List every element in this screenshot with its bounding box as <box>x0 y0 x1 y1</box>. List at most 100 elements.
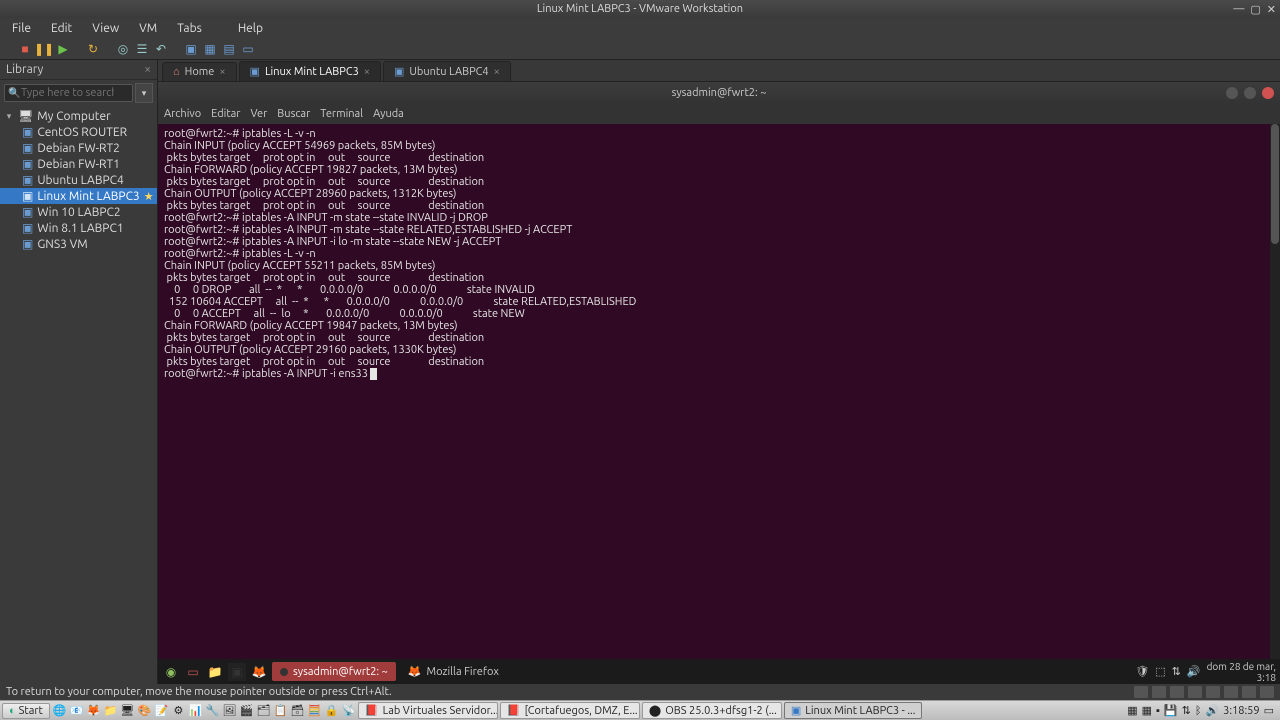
unity-icon[interactable]: ▦ <box>202 41 218 57</box>
tray-volume-icon[interactable]: 🔊 <box>1205 704 1219 717</box>
start-button[interactable]: ◐ Start <box>2 703 50 719</box>
device-icon[interactable] <box>1242 686 1256 698</box>
pause-icon[interactable]: ❚❚ <box>36 41 52 57</box>
tab-close-icon[interactable]: × <box>364 66 370 78</box>
menu-launcher-icon[interactable]: ◉ <box>162 663 180 681</box>
ql-icon[interactable]: 🧮 <box>307 703 322 718</box>
play-icon[interactable]: ▶ <box>55 41 71 57</box>
vm-item-selected[interactable]: ▣Linux Mint LABPC3★ <box>0 188 157 204</box>
show-desktop-icon[interactable]: ▭ <box>184 663 202 681</box>
ql-icon[interactable]: 🎨 <box>137 703 152 718</box>
terminal-scrollbar[interactable] <box>1270 124 1280 659</box>
menu-file[interactable]: File <box>6 21 37 36</box>
term-maximize-icon[interactable] <box>1244 87 1256 99</box>
vm-item[interactable]: ▣Ubuntu LABPC4 <box>0 172 157 188</box>
ql-icon[interactable]: 📡 <box>341 703 356 718</box>
vm-item[interactable]: ▣Debian FW-RT1 <box>0 156 157 172</box>
tray-network-icon[interactable]: ⇅ <box>1172 665 1181 678</box>
vm-item[interactable]: ▣Win 8.1 LABPC1 <box>0 220 157 236</box>
ql-icon[interactable]: 🌐 <box>52 703 67 718</box>
collapse-icon[interactable]: ▾ <box>4 111 14 122</box>
scrollbar-thumb[interactable] <box>1271 124 1279 244</box>
tray-bluetooth-icon[interactable]: ᛒ <box>1195 705 1202 717</box>
ql-icon[interactable]: 🖥 <box>120 703 135 718</box>
tab-close-icon[interactable]: × <box>219 66 225 78</box>
menu-view[interactable]: View <box>86 21 125 36</box>
host-task[interactable]: 📕Lab Virtuales Servidor... <box>358 702 498 719</box>
terminal-titlebar[interactable]: sysadmin@fwrt2: ~ <box>158 82 1280 104</box>
task-terminal[interactable]: sysadmin@fwrt2: ~ <box>272 662 396 681</box>
host-clock[interactable]: 3:18:59 <box>1223 705 1259 717</box>
ql-icon[interactable]: 🗂 <box>256 703 271 718</box>
host-task[interactable]: 📕[Cortafuegos, DMZ, E... <box>500 702 640 719</box>
library-close-icon[interactable]: × <box>144 63 151 76</box>
tab-ubuntu[interactable]: ▣ Ubuntu LABPC4 × <box>383 61 511 81</box>
firefox-icon[interactable]: 🦊 <box>250 663 268 681</box>
menu-edit[interactable]: Edit <box>45 21 78 36</box>
tray-network-icon[interactable]: ⇅ <box>1182 704 1191 717</box>
ql-icon[interactable]: 🗃 <box>290 703 305 718</box>
tab-home[interactable]: ⌂ Home × <box>162 62 237 81</box>
vm-item[interactable]: ▣CentOS ROUTER <box>0 124 157 140</box>
task-firefox[interactable]: 🦊 Mozilla Firefox <box>400 662 507 681</box>
tray-updates-icon[interactable]: ⬚ <box>1155 665 1165 678</box>
menu-vm[interactable]: VM <box>133 21 163 36</box>
device-icon[interactable] <box>1134 686 1148 698</box>
vm-item[interactable]: ▣Debian FW-RT2 <box>0 140 157 156</box>
device-icon[interactable] <box>1224 686 1238 698</box>
term-menu-ayuda[interactable]: Ayuda <box>373 108 404 120</box>
vm-item[interactable]: ▣Win 10 LABPC2 <box>0 204 157 220</box>
term-menu-archivo[interactable]: Archivo <box>164 108 201 120</box>
ql-icon[interactable]: ⚙ <box>171 703 186 718</box>
ql-icon[interactable]: 📧 <box>69 703 84 718</box>
power-off-icon[interactable]: ■ <box>17 41 33 57</box>
library-search-input[interactable] <box>4 84 133 102</box>
ql-icon[interactable]: 📋 <box>273 703 288 718</box>
close-icon[interactable]: ✕ <box>1267 3 1276 16</box>
term-menu-terminal[interactable]: Terminal <box>320 108 363 120</box>
ql-icon[interactable]: 📁 <box>103 703 118 718</box>
ql-icon[interactable]: 🦊 <box>86 703 101 718</box>
device-icon[interactable] <box>1152 686 1166 698</box>
menu-tabs[interactable]: Tabs <box>171 21 208 36</box>
guest-clock[interactable]: dom 28 de mar, 3:18 <box>1207 661 1276 683</box>
tray-disk-icon[interactable]: 💾 <box>1164 704 1178 717</box>
guest-display[interactable]: sysadmin@fwrt2: ~ Archivo Editar Ver Bus… <box>158 82 1280 684</box>
ql-icon[interactable]: 🖼 <box>222 703 237 718</box>
device-icon[interactable] <box>1260 686 1274 698</box>
restart-icon[interactable]: ↻ <box>85 41 101 57</box>
console-icon[interactable]: ▤ <box>221 41 237 57</box>
search-dropdown-button[interactable]: ▾ <box>135 83 153 103</box>
minimize-icon[interactable]: — <box>1233 3 1244 16</box>
terminal-body[interactable]: root@fwrt2:~# iptables -L -v -nChain INP… <box>158 124 1280 659</box>
tray-volume-icon[interactable]: 🔊 <box>1187 665 1201 678</box>
stretch-icon[interactable]: ▭ <box>240 41 256 57</box>
tab-linux-mint[interactable]: ▣ Linux Mint LABPC3 × <box>239 61 381 81</box>
tray-cpu-icon[interactable]: ▪ <box>1156 705 1160 717</box>
fullscreen-icon[interactable]: ▣ <box>183 41 199 57</box>
ql-icon[interactable]: 📝 <box>154 703 169 718</box>
tab-close-icon[interactable]: × <box>494 66 500 78</box>
vm-item[interactable]: ▣GNS3 VM <box>0 236 157 252</box>
ql-icon[interactable]: 🎬 <box>239 703 254 718</box>
snapshot-manager-icon[interactable]: ☰ <box>134 41 150 57</box>
term-menu-ver[interactable]: Ver <box>250 108 267 120</box>
ql-icon[interactable]: 🔧 <box>205 703 220 718</box>
terminal-launcher-icon[interactable]: ▣ <box>228 663 246 681</box>
host-task-active[interactable]: ▣Linux Mint LABPC3 - ... <box>784 702 923 719</box>
device-icon[interactable] <box>1188 686 1202 698</box>
tray-show-desktop-icon[interactable]: ▭ <box>1264 704 1274 717</box>
tray-shield-icon[interactable]: 🛡 <box>1135 665 1149 678</box>
snapshot-icon[interactable]: ◎ <box>115 41 131 57</box>
tray-workspace-icon[interactable]: ▦ <box>1127 704 1137 717</box>
term-menu-buscar[interactable]: Buscar <box>277 108 310 120</box>
device-icon[interactable] <box>1206 686 1220 698</box>
device-icon[interactable] <box>1170 686 1184 698</box>
tree-root[interactable]: ▾ 🖥 My Computer <box>0 108 157 124</box>
ql-icon[interactable]: 🔒 <box>324 703 339 718</box>
host-task[interactable]: ⬤OBS 25.0.3+dfsg1-2 (... <box>642 702 782 719</box>
menu-help[interactable]: Help <box>232 21 269 36</box>
tray-workspace-icon[interactable]: ▦ <box>1142 704 1152 717</box>
files-icon[interactable]: 📁 <box>206 663 224 681</box>
maximize-icon[interactable]: ▢ <box>1250 3 1260 16</box>
